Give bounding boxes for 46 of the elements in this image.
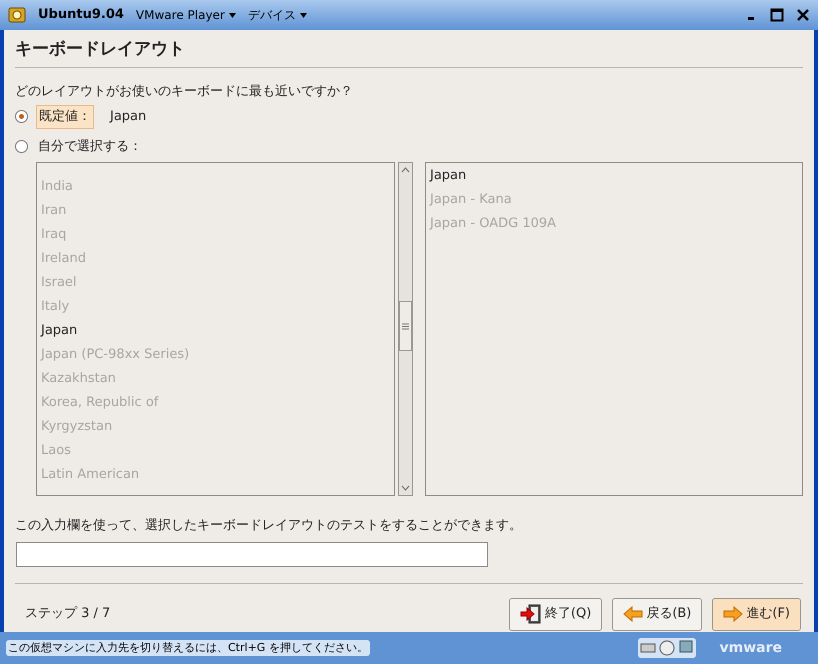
app-icon	[8, 6, 26, 24]
grip-icon	[402, 322, 409, 330]
list-item[interactable]: Japan - Kana	[430, 188, 802, 212]
maximize-icon[interactable]	[770, 8, 784, 22]
status-message: この仮想マシンに入力先を切り替えるには、Ctrl+G を押してください。	[6, 640, 370, 656]
left-arrow-icon	[623, 606, 644, 622]
list-item[interactable]: Japan	[430, 164, 802, 188]
page-heading: キーボードレイアウト	[15, 30, 803, 68]
default-layout-value: Japan	[110, 108, 146, 126]
menu-button[interactable]: デバイス	[248, 6, 307, 24]
list-item[interactable]: Japan	[41, 319, 394, 343]
menu-button[interactable]: VMware Player	[136, 6, 236, 24]
list-item[interactable]: Japan (PC-98xx Series)	[41, 343, 394, 367]
scroll-thumb[interactable]	[399, 301, 412, 351]
list-item[interactable]: Latin American	[41, 463, 394, 487]
device-icons-drawing[interactable]	[638, 638, 696, 658]
forward-button[interactable]: 進む(F)	[712, 598, 801, 630]
caret-icon	[300, 12, 307, 18]
list-item[interactable]: Ireland	[41, 247, 394, 271]
list-item[interactable]: India	[41, 175, 394, 199]
list-item[interactable]: Italy	[41, 295, 394, 319]
list-item[interactable]: Iraq	[41, 223, 394, 247]
step-indicator: ステップ 3 / 7	[25, 605, 110, 624]
scrollbar[interactable]	[398, 162, 413, 496]
list-item[interactable]: Iran	[41, 199, 394, 223]
list-item[interactable]: Japan - OADG 109A	[430, 212, 802, 236]
list-item[interactable]: Laos	[41, 439, 394, 463]
caret-icon	[228, 12, 236, 18]
quit-button[interactable]: 終了(Q)	[508, 598, 602, 630]
list-item[interactable]: Israel	[41, 271, 394, 295]
option-label[interactable]: 自分で選択する：	[36, 136, 144, 156]
input-field[interactable]	[16, 542, 488, 566]
window-title: Ubuntu9.04	[38, 6, 124, 24]
option-label[interactable]: 既定値：	[36, 105, 94, 128]
question-text: どのレイアウトがお使いのキーボードに最も近いですか？	[15, 82, 354, 100]
radio-button[interactable]	[15, 140, 28, 153]
list-item[interactable]: Kazakhstan	[41, 367, 394, 391]
close-icon[interactable]	[796, 8, 810, 22]
exit-door-icon	[520, 604, 542, 624]
back-button[interactable]: 戻る(B)	[612, 598, 702, 630]
right-arrow-icon	[723, 606, 744, 622]
radio-button[interactable]	[15, 110, 28, 124]
test-hint-text: この入力欄を使って、選択したキーボードレイアウトのテストをすることができます。	[15, 517, 523, 535]
list-item[interactable]: Korea, Republic of	[41, 391, 394, 415]
vmware-logo: vmware	[720, 638, 782, 658]
list-item[interactable]: Kyrgyzstan	[41, 415, 394, 439]
